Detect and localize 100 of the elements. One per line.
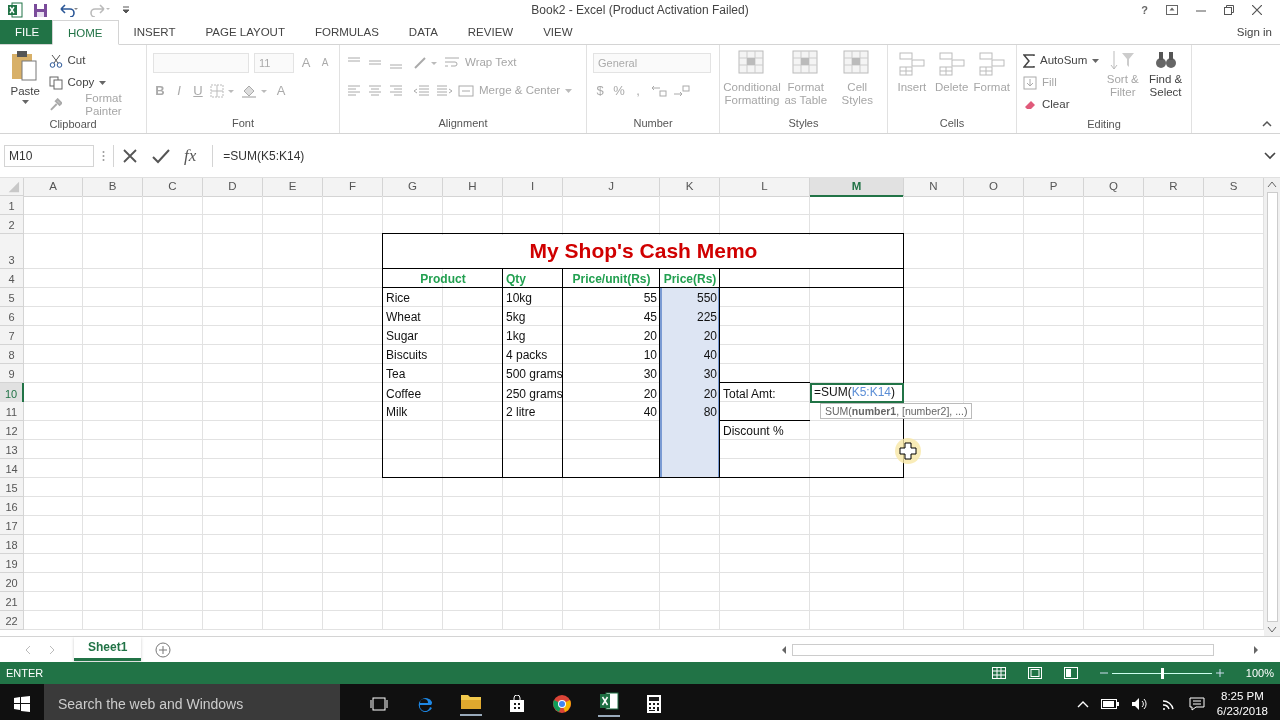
save-icon[interactable] xyxy=(33,2,48,18)
row-header[interactable]: 16 xyxy=(0,497,24,516)
row-header[interactable]: 11 xyxy=(0,402,24,421)
column-header[interactable]: C xyxy=(143,178,203,197)
column-header[interactable]: F xyxy=(323,178,383,197)
task-view-icon[interactable] xyxy=(370,696,388,712)
autosum-button[interactable]: AutoSum xyxy=(1040,54,1088,67)
row-header[interactable]: 6 xyxy=(0,307,24,326)
scroll-left-icon[interactable] xyxy=(780,644,788,655)
scissors-icon[interactable] xyxy=(48,53,63,68)
page-layout-icon[interactable] xyxy=(1027,667,1042,679)
cancel-icon[interactable] xyxy=(122,148,138,164)
caret-icon[interactable] xyxy=(99,80,107,85)
column-header[interactable]: H xyxy=(443,178,503,197)
column-header[interactable]: A xyxy=(24,178,83,197)
caret-icon[interactable] xyxy=(21,100,29,104)
help-button[interactable]: ? xyxy=(1141,4,1148,16)
undo-icon[interactable] xyxy=(58,3,80,17)
column-header[interactable]: O xyxy=(964,178,1024,197)
sigma-icon[interactable] xyxy=(1023,53,1035,68)
wifi-icon[interactable] xyxy=(1160,697,1177,711)
close-icon[interactable] xyxy=(1252,5,1262,15)
scrollbar-thumb[interactable] xyxy=(1266,192,1278,622)
row-header[interactable]: 4 xyxy=(0,269,24,288)
scroll-right-icon[interactable] xyxy=(1252,644,1260,655)
windows-start-icon[interactable] xyxy=(14,696,30,712)
customize-menu-icon[interactable] xyxy=(122,5,130,15)
column-header[interactable]: K xyxy=(660,178,720,197)
clear-button[interactable]: Clear xyxy=(1042,98,1070,111)
scroll-up-icon[interactable] xyxy=(1267,180,1277,188)
scroll-down-icon[interactable] xyxy=(1267,626,1277,634)
notification-icon[interactable] xyxy=(1188,696,1205,712)
row-header[interactable]: 10 xyxy=(0,383,24,403)
row-header[interactable]: 12 xyxy=(0,421,24,440)
sign-in-link[interactable]: Sign in xyxy=(1236,26,1280,38)
row-header[interactable]: 8 xyxy=(0,345,24,364)
chrome-browser-icon[interactable] xyxy=(552,694,572,714)
column-header[interactable]: J xyxy=(563,178,660,197)
caret-icon[interactable] xyxy=(1092,58,1100,63)
folder-icon[interactable] xyxy=(460,692,482,716)
fill-color-icon[interactable] xyxy=(241,83,269,98)
enter-icon[interactable] xyxy=(152,148,170,164)
column-header[interactable]: I xyxy=(503,178,563,197)
row-header[interactable]: 2 xyxy=(0,215,24,234)
row-header[interactable]: 17 xyxy=(0,516,24,535)
cells-grid-icon[interactable] xyxy=(976,49,1007,79)
clock-time[interactable]: 8:25 PM xyxy=(1221,689,1264,704)
ribbon-tab[interactable]: HOME xyxy=(52,20,119,45)
zoom-in-icon[interactable] xyxy=(1215,669,1224,677)
copy-icon[interactable] xyxy=(48,75,63,90)
maximize-icon[interactable] xyxy=(1224,5,1234,15)
column-header[interactable]: Q xyxy=(1084,178,1144,197)
add-sheet-icon[interactable] xyxy=(155,641,172,658)
paste-button[interactable]: Paste xyxy=(10,85,40,98)
column-header[interactable]: R xyxy=(1144,178,1204,197)
excel-app-icon[interactable] xyxy=(598,691,620,717)
row-header[interactable]: 20 xyxy=(0,573,24,592)
ribbon-tab[interactable]: VIEW xyxy=(528,20,588,44)
cells-grid-icon[interactable] xyxy=(896,49,927,79)
row-header[interactable]: 15 xyxy=(0,478,24,497)
font-name-field[interactable] xyxy=(153,52,249,73)
calculator-icon[interactable] xyxy=(646,694,662,714)
column-header[interactable]: S xyxy=(1204,178,1264,197)
column-header[interactable]: D xyxy=(203,178,263,197)
column-header[interactable]: B xyxy=(83,178,143,197)
row-header[interactable]: 3 xyxy=(0,234,24,269)
row-header[interactable]: 19 xyxy=(0,554,24,573)
chevron-up-icon[interactable] xyxy=(1076,700,1089,708)
expand-icon[interactable] xyxy=(1264,152,1276,160)
store-bag-icon[interactable] xyxy=(508,695,526,713)
cells-grid-icon[interactable] xyxy=(936,49,967,79)
column-header[interactable]: M xyxy=(810,178,904,197)
row-header[interactable]: 14 xyxy=(0,459,24,478)
ribbon-display-icon[interactable] xyxy=(1166,5,1178,15)
taskbar-search-field[interactable]: Search the web and Windows xyxy=(44,684,340,720)
row-header[interactable]: 13 xyxy=(0,440,24,459)
ribbon-tab[interactable]: REVIEW xyxy=(452,20,529,44)
zoom-level[interactable]: 100% xyxy=(1245,667,1274,679)
ribbon-tab[interactable]: DATA xyxy=(393,20,453,44)
column-header[interactable]: N xyxy=(904,178,964,197)
row-header[interactable]: 7 xyxy=(0,326,24,345)
find-select-button[interactable]: Find & Select xyxy=(1146,73,1185,99)
speaker-icon[interactable] xyxy=(1130,697,1149,711)
column-header[interactable]: G xyxy=(383,178,443,197)
column-header[interactable]: L xyxy=(720,178,810,197)
name-box[interactable]: M10 xyxy=(4,145,94,167)
formula-input[interactable]: =SUM(K5:K14) xyxy=(212,145,1256,167)
row-header[interactable]: 18 xyxy=(0,535,24,554)
battery-icon[interactable] xyxy=(1100,699,1119,709)
row-header[interactable]: 21 xyxy=(0,592,24,611)
ribbon-tab[interactable]: INSERT xyxy=(118,20,191,44)
ribbon-tab[interactable]: FORMULAS xyxy=(299,20,394,44)
column-header[interactable]: P xyxy=(1024,178,1084,197)
column-header[interactable]: E xyxy=(263,178,323,197)
scrollbar-thumb[interactable] xyxy=(792,643,1214,656)
insert-function-button[interactable]: fx xyxy=(184,146,197,166)
row-header[interactable]: 5 xyxy=(0,288,24,307)
clock-date[interactable]: 6/23/2018 xyxy=(1216,704,1268,719)
sheet-tab[interactable]: Sheet1 xyxy=(74,636,142,661)
page-break-icon[interactable] xyxy=(1063,667,1078,679)
